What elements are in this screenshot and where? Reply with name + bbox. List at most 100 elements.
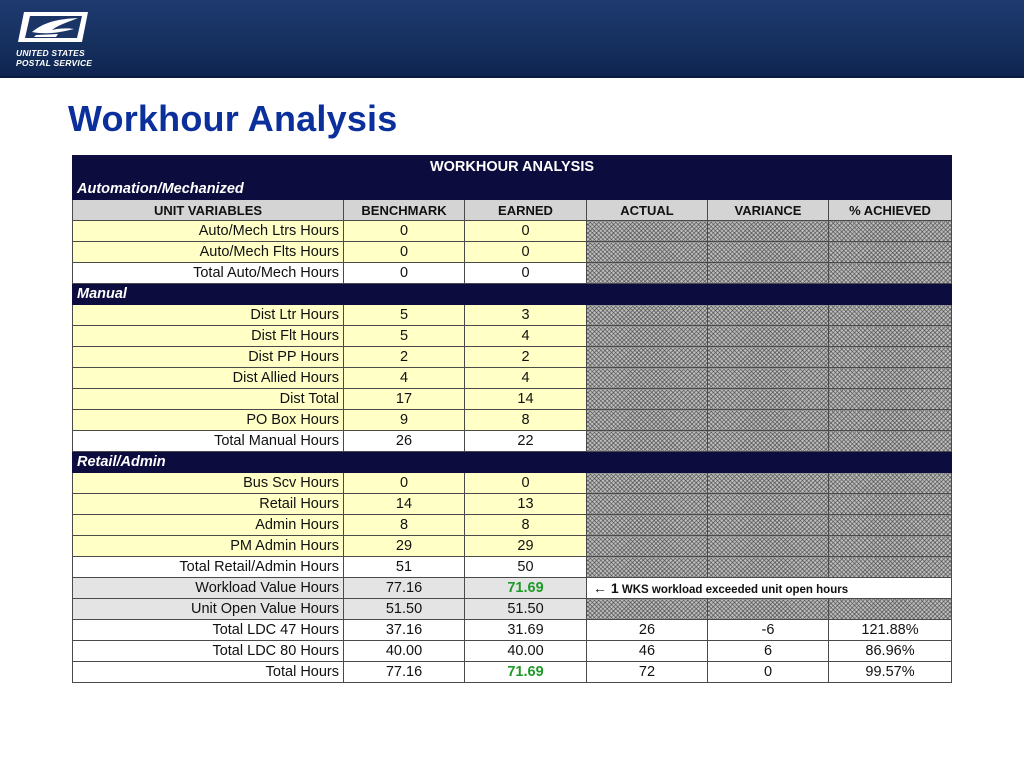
table-row: PM Admin Hours 29 29 bbox=[72, 535, 952, 557]
hatched-cell bbox=[586, 493, 708, 515]
earned-cell: 3 bbox=[464, 304, 587, 326]
row-label: Admin Hours bbox=[72, 514, 344, 536]
achieved-cell: 86.96% bbox=[828, 640, 952, 662]
variance-cell: -6 bbox=[707, 619, 829, 641]
table-row: Total Auto/Mech Hours 0 0 bbox=[72, 262, 952, 284]
earned-cell: 22 bbox=[464, 430, 587, 452]
earned-cell: 71.69 bbox=[464, 577, 587, 599]
hatched-cell bbox=[586, 325, 708, 347]
earned-cell: 0 bbox=[464, 241, 587, 263]
workload-note: ← 1 WKS workload exceeded unit open hour… bbox=[586, 577, 952, 599]
row-label: Unit Open Value Hours bbox=[72, 598, 344, 620]
actual-cell: 26 bbox=[586, 619, 708, 641]
actual-cell: 46 bbox=[586, 640, 708, 662]
note-arrow: ← 1 bbox=[593, 580, 619, 596]
row-label: Retail Hours bbox=[72, 493, 344, 515]
hatched-cell bbox=[707, 535, 829, 557]
table-row: Dist Allied Hours 4 4 bbox=[72, 367, 952, 389]
col-unit-variables: UNIT VARIABLES bbox=[72, 199, 344, 221]
benchmark-cell: 8 bbox=[343, 514, 465, 536]
table-row: Bus Scv Hours 0 0 bbox=[72, 472, 952, 494]
row-label: Auto/Mech Ltrs Hours bbox=[72, 220, 344, 242]
row-label: Total LDC 80 Hours bbox=[72, 640, 344, 662]
hatched-cell bbox=[707, 262, 829, 284]
hatched-cell bbox=[828, 430, 952, 452]
hatched-cell bbox=[707, 367, 829, 389]
benchmark-cell: 14 bbox=[343, 493, 465, 515]
earned-cell: 50 bbox=[464, 556, 587, 578]
table-row: Total LDC 80 Hours 40.00 40.00 46 6 86.9… bbox=[72, 640, 952, 662]
hatched-cell bbox=[707, 409, 829, 431]
hatched-cell bbox=[828, 472, 952, 494]
benchmark-cell: 0 bbox=[343, 220, 465, 242]
hatched-cell bbox=[586, 220, 708, 242]
benchmark-cell: 51 bbox=[343, 556, 465, 578]
hatched-cell bbox=[586, 304, 708, 326]
row-label: PM Admin Hours bbox=[72, 535, 344, 557]
table-row: Admin Hours 8 8 bbox=[72, 514, 952, 536]
col-earned: EARNED bbox=[464, 199, 587, 221]
col-benchmark: BENCHMARK bbox=[343, 199, 465, 221]
earned-cell: 71.69 bbox=[464, 661, 587, 683]
table-row: Unit Open Value Hours 51.50 51.50 bbox=[72, 598, 952, 620]
hatched-cell bbox=[586, 535, 708, 557]
benchmark-cell: 37.16 bbox=[343, 619, 465, 641]
hatched-cell bbox=[586, 430, 708, 452]
logo-line-2: POSTAL SERVICE bbox=[16, 58, 93, 68]
usps-logo: UNITED STATES POSTAL SERVICE bbox=[14, 8, 94, 70]
row-label: Total Auto/Mech Hours bbox=[72, 262, 344, 284]
hatched-cell bbox=[828, 220, 952, 242]
table-row: Auto/Mech Flts Hours 0 0 bbox=[72, 241, 952, 263]
table-row: Dist Total 17 14 bbox=[72, 388, 952, 410]
hatched-cell bbox=[707, 220, 829, 242]
earned-cell: 40.00 bbox=[464, 640, 587, 662]
hatched-cell bbox=[707, 514, 829, 536]
hatched-cell bbox=[707, 493, 829, 515]
earned-cell: 8 bbox=[464, 514, 587, 536]
table-row: Dist Ltr Hours 5 3 bbox=[72, 304, 952, 326]
benchmark-cell: 9 bbox=[343, 409, 465, 431]
column-header-row: UNIT VARIABLES BENCHMARK EARNED ACTUAL V… bbox=[72, 199, 952, 221]
benchmark-cell: 26 bbox=[343, 430, 465, 452]
benchmark-cell: 77.16 bbox=[343, 577, 465, 599]
benchmark-cell: 5 bbox=[343, 304, 465, 326]
header-banner: UNITED STATES POSTAL SERVICE bbox=[0, 0, 1024, 78]
hatched-cell bbox=[828, 598, 952, 620]
hatched-cell bbox=[707, 346, 829, 368]
hatched-cell bbox=[586, 409, 708, 431]
col-achieved: % ACHIEVED bbox=[828, 199, 952, 221]
achieved-cell: 99.57% bbox=[828, 661, 952, 683]
table-row: Total Retail/Admin Hours 51 50 bbox=[72, 556, 952, 578]
row-label: Bus Scv Hours bbox=[72, 472, 344, 494]
row-label: Total Hours bbox=[72, 661, 344, 683]
row-label: Dist Ltr Hours bbox=[72, 304, 344, 326]
hatched-cell bbox=[586, 241, 708, 263]
hatched-cell bbox=[707, 388, 829, 410]
table-row: PO Box Hours 9 8 bbox=[72, 409, 952, 431]
hatched-cell bbox=[586, 262, 708, 284]
variance-cell: 6 bbox=[707, 640, 829, 662]
achieved-cell: 121.88% bbox=[828, 619, 952, 641]
table-row: Dist Flt Hours 5 4 bbox=[72, 325, 952, 347]
hatched-cell bbox=[828, 556, 952, 578]
earned-cell: 29 bbox=[464, 535, 587, 557]
hatched-cell bbox=[707, 556, 829, 578]
benchmark-cell: 0 bbox=[343, 262, 465, 284]
row-label: Dist PP Hours bbox=[72, 346, 344, 368]
slide-title: Workhour Analysis bbox=[68, 98, 398, 139]
hatched-cell bbox=[828, 535, 952, 557]
col-variance: VARIANCE bbox=[707, 199, 829, 221]
row-label: Workload Value Hours bbox=[72, 577, 344, 599]
table-row: Workload Value Hours 77.16 71.69 ← 1 WKS… bbox=[72, 577, 952, 599]
workhour-analysis-table: WORKHOUR ANALYSIS Automation/Mechanized … bbox=[72, 155, 952, 683]
hatched-cell bbox=[828, 304, 952, 326]
earned-cell: 51.50 bbox=[464, 598, 587, 620]
logo-line-1: UNITED STATES bbox=[16, 48, 85, 58]
hatched-cell bbox=[707, 325, 829, 347]
logo-wordmark: UNITED STATES POSTAL SERVICE bbox=[16, 48, 106, 68]
benchmark-cell: 51.50 bbox=[343, 598, 465, 620]
earned-cell: 0 bbox=[464, 220, 587, 242]
section-header: Retail/Admin bbox=[72, 451, 952, 473]
table-row: Retail Hours 14 13 bbox=[72, 493, 952, 515]
hatched-cell bbox=[586, 556, 708, 578]
